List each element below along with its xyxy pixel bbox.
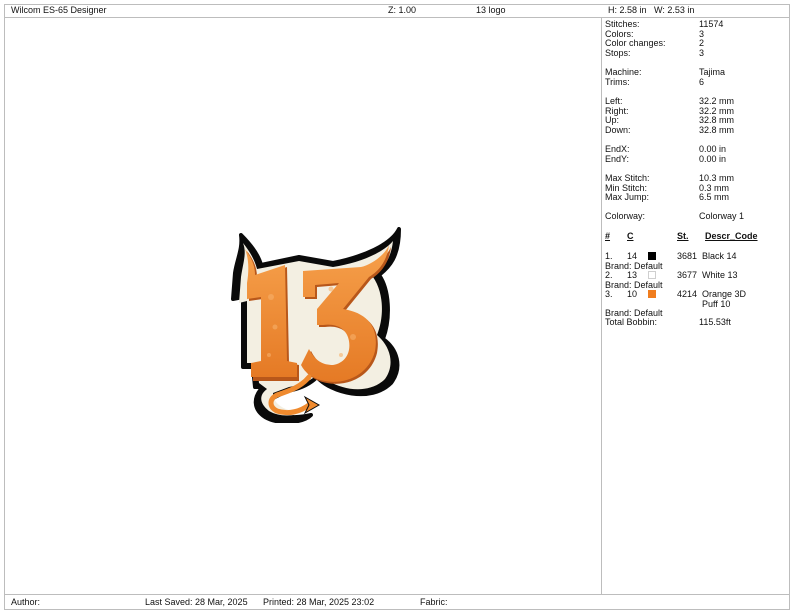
stat-label: Trims:: [605, 76, 630, 87]
stat-label: Min Stitch:: [605, 182, 648, 193]
stat-label: Stops:: [605, 47, 631, 58]
stat-label: Stitches:: [605, 19, 640, 29]
stat-label: EndX:: [605, 144, 630, 154]
color-desc-continued: Puff 10: [702, 298, 731, 309]
stat-label: Machine:: [605, 67, 642, 77]
last-saved: Last Saved: 28 Mar, 2025: [145, 597, 248, 607]
total-bobbin-label: Total Bobbin:: [605, 317, 658, 327]
color-brand: Brand: Default: [605, 260, 663, 271]
color-st: 3677: [677, 270, 698, 280]
footer-bar: Author: Last Saved: 28 Mar, 2025 Printed…: [4, 594, 790, 610]
stat-value: 3: [699, 47, 705, 58]
stat-value: 3: [699, 28, 705, 39]
header-bar: Wilcom ES-65 Designer Z: 1.00 13 logo H:…: [4, 4, 790, 18]
stat-label: Colorway:: [605, 211, 646, 221]
height-readout: H: 2.58 in: [608, 5, 647, 15]
stat-value: 6: [699, 76, 705, 87]
stat-value: 32.8 mm: [699, 124, 735, 135]
color-num: 2.: [605, 270, 613, 280]
stat-label: Up:: [605, 115, 620, 125]
design-name: 13 logo: [476, 5, 506, 15]
color-desc: White 13: [702, 270, 738, 280]
color-num: 3.: [605, 289, 613, 299]
color-table-header-desc: Descr_Code: [705, 231, 758, 241]
color-code: 13: [627, 270, 638, 280]
stat-value: 11574: [699, 19, 724, 29]
color-brand: Brand: Default: [605, 279, 663, 290]
width-readout: W: 2.53 in: [654, 5, 695, 15]
stat-value: 0.00 in: [699, 144, 727, 154]
design-13-logo[interactable]: [213, 227, 403, 423]
color-desc: Black 14: [702, 251, 737, 261]
fabric-label: Fabric:: [420, 597, 448, 607]
stat-value: 32.8 mm: [699, 115, 735, 125]
author-label: Author:: [11, 597, 41, 607]
color-swatch: [648, 290, 656, 298]
stat-value: 32.2 mm: [699, 105, 735, 116]
color-table-header-num: #: [605, 231, 611, 241]
printed-date: Printed: 28 Mar, 2025 23:02: [263, 597, 375, 607]
stat-value: 2: [699, 38, 705, 48]
total-bobbin-value: 115.53ft: [699, 317, 731, 327]
color-st: 3681: [677, 251, 698, 261]
stat-value: Colorway 1: [699, 211, 745, 221]
stat-label: Down:: [605, 124, 631, 135]
panel-divider: [601, 18, 602, 594]
color-code: 10: [627, 289, 638, 299]
stat-value: 0.00 in: [699, 153, 727, 164]
stat-label: Right:: [605, 105, 629, 116]
color-st: 4214: [677, 289, 698, 299]
zoom-readout: Z: 1.00: [388, 5, 417, 15]
color-swatch: [648, 252, 656, 260]
stat-label: Max Stitch:: [605, 173, 650, 183]
stat-label: Colors:: [605, 28, 634, 39]
color-table-header-st: St.: [677, 231, 689, 241]
color-table-header-code: C: [627, 231, 634, 241]
design-canvas[interactable]: [5, 19, 601, 594]
stat-value: 32.2 mm: [699, 96, 735, 106]
stat-value: 6.5 mm: [699, 192, 730, 202]
color-num: 1.: [605, 251, 613, 261]
stat-value: 0.3 mm: [699, 182, 730, 193]
color-desc: Orange 3D: [702, 289, 747, 299]
stat-label: Max Jump:: [605, 192, 650, 202]
stat-value: 10.3 mm: [699, 173, 735, 183]
stat-label: Color changes:: [605, 38, 666, 48]
app-title: Wilcom ES-65 Designer: [11, 5, 107, 15]
color-code: 14: [627, 251, 638, 261]
color-swatch: [648, 271, 656, 279]
stat-label: Left:: [605, 96, 623, 106]
stat-label: EndY:: [605, 153, 630, 164]
stat-value: Tajima: [699, 67, 726, 77]
